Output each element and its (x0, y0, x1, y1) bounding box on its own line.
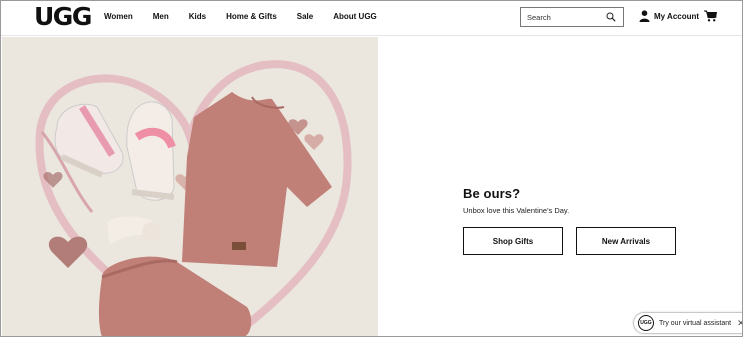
main-nav: Women Men Kids Home & Gifts Sale About U… (104, 12, 397, 21)
nav-item-home-gifts[interactable]: Home & Gifts (226, 12, 277, 21)
nav-item-sale[interactable]: Sale (297, 12, 313, 21)
hero-product-image (2, 37, 378, 336)
close-icon[interactable]: ✕ (737, 318, 742, 329)
ugg-logo[interactable]: UGG (34, 4, 92, 30)
virtual-assistant-launcher[interactable]: UGG Try our virtual assistant ✕ (633, 312, 742, 334)
hero-copy: Be ours? Unbox love this Valentine's Day… (463, 186, 569, 215)
nav-item-kids[interactable]: Kids (189, 12, 206, 21)
nav-item-men[interactable]: Men (153, 12, 169, 21)
search-box (520, 7, 624, 27)
new-arrivals-button[interactable]: New Arrivals (576, 227, 676, 255)
assistant-label: Try our virtual assistant (659, 319, 732, 327)
account-link[interactable]: My Account (639, 10, 699, 22)
account-label: My Account (654, 11, 700, 21)
page-frame: UGG Women Men Kids Home & Gifts Sale Abo… (0, 0, 743, 337)
shop-gifts-button[interactable]: Shop Gifts (463, 227, 563, 255)
nav-item-women[interactable]: Women (104, 12, 133, 21)
search-icon[interactable] (606, 12, 616, 22)
assistant-icon: UGG (638, 315, 654, 331)
user-icon (639, 10, 650, 22)
cart-icon[interactable] (704, 10, 717, 22)
hero-subtitle: Unbox love this Valentine's Day. (463, 206, 570, 215)
search-input[interactable] (521, 12, 601, 22)
hero-title: Be ours? (463, 186, 521, 201)
nav-item-about-ugg[interactable]: About UGG (333, 12, 377, 21)
site-header: UGG Women Men Kids Home & Gifts Sale Abo… (1, 1, 742, 36)
